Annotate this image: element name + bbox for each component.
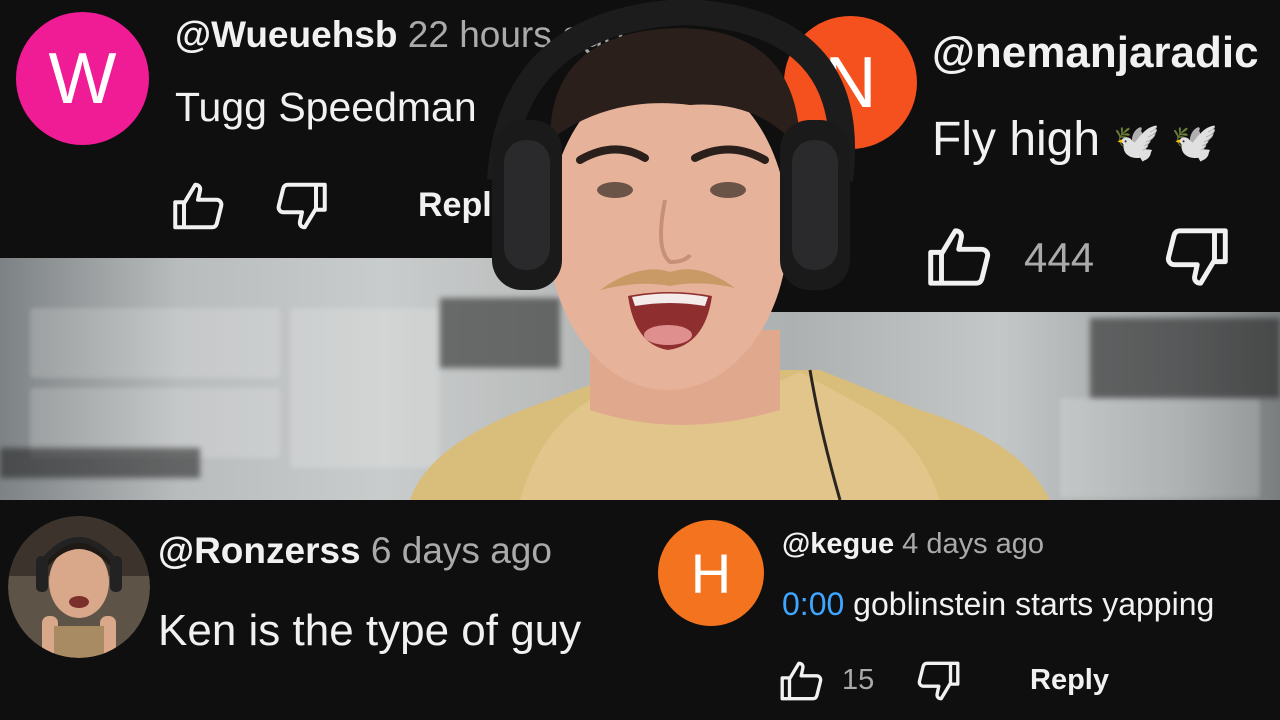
comment-text: 0:00 goblinstein starts yapping xyxy=(782,586,1214,623)
username-text: @kegue xyxy=(782,528,895,560)
avatar-letter: W xyxy=(48,38,117,119)
avatar[interactable]: H xyxy=(658,520,764,626)
dislike-icon[interactable] xyxy=(1158,220,1234,294)
like-icon[interactable] xyxy=(168,176,230,236)
like-count: 15 xyxy=(842,664,875,696)
like-icon[interactable] xyxy=(776,656,828,706)
dislike-icon[interactable] xyxy=(270,176,332,236)
timestamp-link[interactable]: 0:00 xyxy=(782,586,844,622)
dove-emoji: 🕊️ 🕊️ xyxy=(1113,122,1219,164)
username-text: @Wueuehsb xyxy=(175,14,398,55)
comment-username[interactable]: @kegue 4 days ago xyxy=(782,528,1044,561)
photo-avatar[interactable] xyxy=(8,516,150,658)
comment-time[interactable]: 4 days ago xyxy=(902,528,1044,560)
avatar[interactable]: W xyxy=(16,12,149,145)
comment-card-3: @Ronzerss 6 days ago Ken is the type of … xyxy=(0,500,650,720)
username-text: @Ronzerss xyxy=(158,530,361,571)
comment-card-4: H @kegue 4 days ago 0:00 goblinstein sta… xyxy=(650,500,1280,720)
comment-username[interactable]: @Ronzerss 6 days ago xyxy=(158,530,552,572)
comment-text-content: goblinstein starts yapping xyxy=(853,586,1215,622)
comment-time[interactable]: 6 days ago xyxy=(371,530,552,571)
person-image xyxy=(410,0,1050,500)
dislike-icon[interactable] xyxy=(912,656,964,706)
reply-button[interactable]: Reply xyxy=(1030,664,1109,697)
comment-text: Ken is the type of guy xyxy=(158,606,582,655)
avatar-letter: H xyxy=(690,541,732,605)
